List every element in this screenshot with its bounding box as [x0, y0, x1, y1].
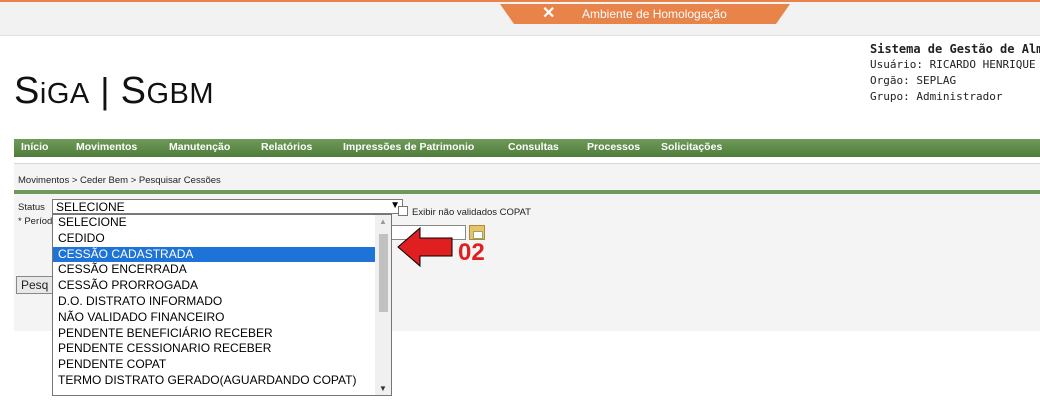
- nav-movimentos[interactable]: Movimentos: [76, 141, 137, 153]
- environment-tab: ✕ Ambiente de Homologação: [500, 4, 790, 24]
- status-select-value: SELECIONE: [56, 200, 125, 214]
- periodo-label: * Períod: [18, 216, 53, 227]
- status-dropdown-list[interactable]: SELECIONE CEDIDO CESSÃO CADASTRADA CESSÃ…: [52, 214, 392, 396]
- exibir-nao-validados-checkbox[interactable]: [398, 206, 408, 216]
- divider: [14, 190, 1040, 194]
- user-name: Usuário: RICARDO HENRIQUE: [870, 58, 1036, 71]
- dropdown-scrollbar[interactable]: ▲ ▼: [375, 215, 391, 395]
- breadcrumb: Movimentos > Ceder Bem > Pesquisar Cessõ…: [18, 175, 221, 186]
- nav-processos[interactable]: Processos: [587, 141, 640, 153]
- user-info: Sistema de Gestão de Almo Usuário: RICAR…: [870, 41, 1040, 105]
- nav-relatorios[interactable]: Relatórios: [261, 141, 312, 153]
- scroll-up-icon[interactable]: ▲: [379, 217, 387, 226]
- nav-inicio[interactable]: Início: [21, 141, 48, 153]
- nav-solicitacoes[interactable]: Solicitações: [661, 141, 722, 153]
- siga-sgbm-logo: SiGA | SGBM: [14, 70, 215, 112]
- exibir-nao-validados-label: Exibir não validados COPAT: [412, 207, 531, 218]
- main-nav: Início Movimentos Manutenção Relatórios …: [14, 139, 1040, 157]
- dropdown-option[interactable]: PENDENTE BENEFICIÁRIO RECEBER: [53, 326, 375, 342]
- org-name: Orgão: SEPLAG: [870, 74, 957, 87]
- nav-impressoes[interactable]: Impressões de Patrimonio: [343, 141, 474, 153]
- dropdown-option[interactable]: CEDIDO: [53, 231, 375, 247]
- calendar-icon[interactable]: [469, 225, 485, 240]
- dropdown-option-selected[interactable]: CESSÃO CADASTRADA: [53, 246, 375, 263]
- system-name: Sistema de Gestão de Almo: [870, 42, 1040, 56]
- dropdown-option[interactable]: SELECIONE: [53, 215, 375, 231]
- scroll-down-icon[interactable]: ▼: [379, 384, 387, 393]
- nav-manutencao[interactable]: Manutenção: [169, 141, 230, 153]
- annotation-arrow-icon: [397, 226, 453, 268]
- nav-consultas[interactable]: Consultas: [508, 141, 559, 153]
- dropdown-option[interactable]: PENDENTE CESSIONARIO RECEBER: [53, 341, 375, 357]
- dropdown-option[interactable]: CESSÃO PRORROGADA: [53, 278, 375, 294]
- group-name: Grupo: Administrador: [870, 90, 1003, 103]
- environment-label: Ambiente de Homologação: [582, 7, 727, 21]
- top-bar: ✕ Ambiente de Homologação: [0, 0, 1040, 36]
- scrollbar-thumb[interactable]: [379, 234, 388, 312]
- dropdown-option[interactable]: CESSÃO ENCERRADA: [53, 262, 375, 278]
- dropdown-option[interactable]: D.O. DISTRATO INFORMADO: [53, 294, 375, 310]
- tools-icon: ✕: [542, 5, 556, 22]
- dropdown-option[interactable]: NÃO VALIDADO FINANCEIRO: [53, 310, 375, 326]
- dropdown-option[interactable]: TERMO DISTRATO GERADO(AGUARDANDO COPAT): [53, 373, 375, 389]
- annotation-label: 02: [458, 239, 485, 266]
- search-button[interactable]: Pesq: [16, 276, 56, 294]
- status-label: Status: [18, 202, 45, 213]
- dropdown-option[interactable]: PENDENTE COPAT: [53, 357, 375, 373]
- status-select[interactable]: SELECIONE ▼: [52, 199, 403, 214]
